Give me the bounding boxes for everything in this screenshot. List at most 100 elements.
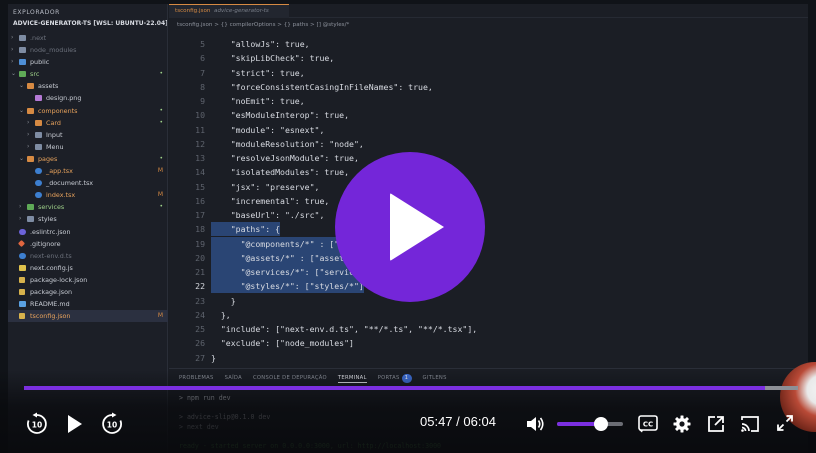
code-line[interactable]: 14 "isolatedModules": true, bbox=[169, 165, 808, 179]
code-line[interactable]: 24 }, bbox=[169, 308, 808, 322]
code-line[interactable]: 6 "skipLibCheck": true, bbox=[169, 51, 808, 65]
project-header[interactable]: ADVICE-GENERATOR-TS [WSL: UBUNTU-22.04] bbox=[8, 18, 167, 29]
tab-tsconfig[interactable]: tsconfig.json advice-generator-ts bbox=[169, 4, 289, 18]
tree-item[interactable]: ⌄ components • bbox=[8, 105, 168, 117]
tree-item[interactable]: index.tsx M bbox=[8, 189, 168, 201]
folder-icon bbox=[35, 131, 42, 138]
git-status-badge: M bbox=[157, 191, 163, 199]
folder-icon bbox=[19, 47, 26, 54]
code-line[interactable]: 21 "@services/*": ["services/*"], bbox=[169, 265, 808, 279]
tree-item-label: Menu bbox=[46, 142, 64, 151]
tree-item-label: Card bbox=[46, 118, 61, 127]
tree-item[interactable]: › Menu bbox=[8, 141, 168, 153]
tree-item[interactable]: › Card • bbox=[8, 117, 168, 129]
git-status-badge: M bbox=[157, 167, 163, 175]
code-line[interactable]: 26 "exclude": ["node_modules"] bbox=[169, 336, 808, 350]
tree-item[interactable]: .eslintrc.json bbox=[8, 226, 168, 238]
cast-icon[interactable] bbox=[740, 415, 760, 433]
code-line[interactable]: 12 "moduleResolution": "node", bbox=[169, 137, 808, 151]
fullscreen-icon[interactable] bbox=[776, 414, 794, 432]
code-line[interactable]: 8 "forceConsistentCasingInFileNames": tr… bbox=[169, 80, 808, 94]
tree-item-label: _document.tsx bbox=[46, 179, 94, 188]
chevron-right-icon[interactable]: › bbox=[11, 32, 13, 44]
tree-item[interactable]: › node_modules bbox=[8, 44, 168, 56]
line-text: "strict": true, bbox=[211, 67, 305, 78]
code-line[interactable]: 20 "@assets/*" : ["assets/*"], bbox=[169, 250, 808, 265]
line-number: 11 bbox=[195, 124, 205, 135]
breadcrumb[interactable]: tsconfig.json > {} compilerOptions > {} … bbox=[177, 22, 349, 28]
big-play-button[interactable] bbox=[335, 152, 485, 302]
line-text: "@styles/*": ["styles/*"] bbox=[211, 279, 364, 294]
tree-item[interactable]: _app.tsx M bbox=[8, 165, 168, 177]
code-line[interactable]: 9 "noEmit": true, bbox=[169, 94, 808, 108]
code-line[interactable]: 11 "module": "esnext", bbox=[169, 123, 808, 137]
progress-bar[interactable] bbox=[24, 386, 798, 390]
tree-item[interactable]: next-env.d.ts bbox=[8, 250, 168, 262]
tree-item[interactable]: ⌄ src • bbox=[8, 68, 168, 80]
tree-item[interactable]: tsconfig.json M bbox=[8, 310, 168, 323]
code-view[interactable]: 5 "allowJs": true, 6 "skipLibCheck": true… bbox=[169, 37, 808, 365]
tree-item[interactable]: README.md bbox=[8, 298, 168, 310]
tree-item[interactable]: package-lock.json bbox=[8, 274, 168, 286]
svg-text:CC: CC bbox=[643, 421, 653, 429]
chevron-down-icon[interactable]: ⌄ bbox=[19, 80, 24, 92]
chevron-right-icon[interactable]: › bbox=[11, 44, 13, 56]
tree-item[interactable]: .gitignore bbox=[8, 238, 168, 250]
tree-item[interactable]: › public bbox=[8, 56, 168, 68]
git-status-badge: • bbox=[159, 70, 163, 78]
tree-item[interactable]: next.config.js bbox=[8, 262, 168, 274]
chevron-right-icon[interactable]: › bbox=[19, 201, 21, 213]
code-line[interactable]: 13 "resolveJsonModule": true, bbox=[169, 151, 808, 165]
volume-knob[interactable] bbox=[593, 417, 608, 431]
code-line[interactable]: 15 "jsx": "preserve", bbox=[169, 180, 808, 194]
tree-item[interactable]: _document.tsx bbox=[8, 177, 168, 189]
code-line[interactable]: 19 "@components/*" : ["components/*"], bbox=[169, 236, 808, 251]
line-number: 19 bbox=[195, 238, 205, 249]
tree-item[interactable]: › styles bbox=[8, 213, 168, 225]
line-number: 10 bbox=[195, 110, 205, 121]
chevron-right-icon[interactable]: › bbox=[11, 56, 13, 68]
folder-orange-icon bbox=[35, 119, 42, 126]
chevron-down-icon[interactable]: ⌄ bbox=[19, 153, 24, 165]
code-line[interactable]: 7 "strict": true, bbox=[169, 66, 808, 80]
typescript-file-icon bbox=[35, 180, 42, 187]
chevron-right-icon[interactable]: › bbox=[19, 213, 21, 225]
chevron-down-icon[interactable]: ⌄ bbox=[11, 68, 16, 80]
code-line[interactable]: 18 "paths": { bbox=[169, 222, 808, 237]
volume-slider[interactable] bbox=[557, 417, 623, 431]
line-number: 23 bbox=[195, 295, 205, 306]
code-line[interactable]: 25 "include": ["next-env.d.ts", "**/*.ts… bbox=[169, 322, 808, 336]
tree-item[interactable]: package.json bbox=[8, 286, 168, 298]
git-status-badge: M bbox=[157, 312, 163, 320]
tree-item[interactable]: › services • bbox=[8, 201, 168, 213]
code-line[interactable]: 23 } bbox=[169, 294, 808, 308]
volume-icon[interactable] bbox=[525, 414, 545, 434]
chevron-right-icon[interactable]: › bbox=[27, 117, 29, 129]
explorer-title: EXPLORADOR bbox=[13, 9, 60, 16]
folder-orange-icon bbox=[27, 83, 34, 90]
rewind-10-icon[interactable]: 10 bbox=[25, 412, 49, 436]
settings-icon[interactable] bbox=[673, 415, 691, 433]
code-line[interactable]: 5 "allowJs": true, bbox=[169, 37, 808, 51]
code-line[interactable]: 22 "@styles/*": ["styles/*"] bbox=[169, 279, 808, 294]
captions-icon[interactable]: CC bbox=[638, 415, 658, 433]
tree-item-label: next.config.js bbox=[30, 263, 73, 272]
code-line[interactable]: 17 "baseUrl": "./src", bbox=[169, 208, 808, 222]
play-icon[interactable] bbox=[66, 414, 84, 434]
chevron-right-icon[interactable]: › bbox=[27, 129, 29, 141]
forward-10-icon[interactable]: 10 bbox=[100, 412, 124, 436]
tree-item[interactable]: ⌄ assets bbox=[8, 80, 168, 92]
code-line[interactable]: 10 "esModuleInterop": true, bbox=[169, 108, 808, 122]
chevron-down-icon[interactable]: ⌄ bbox=[19, 105, 24, 117]
tree-item[interactable]: › .next bbox=[8, 32, 168, 44]
tree-item[interactable]: › Input bbox=[8, 129, 168, 141]
line-text: "resolveJsonModule": true, bbox=[211, 153, 359, 163]
chevron-right-icon[interactable]: › bbox=[27, 141, 29, 153]
code-line[interactable]: 27} bbox=[169, 351, 808, 365]
tab-label: tsconfig.json bbox=[175, 8, 211, 14]
tree-item[interactable]: ⌄ pages • bbox=[8, 153, 168, 165]
line-number: 12 bbox=[195, 138, 205, 149]
tree-item[interactable]: design.png bbox=[8, 92, 168, 104]
popout-icon[interactable] bbox=[707, 415, 725, 433]
code-line[interactable]: 16 "incremental": true, bbox=[169, 194, 808, 208]
